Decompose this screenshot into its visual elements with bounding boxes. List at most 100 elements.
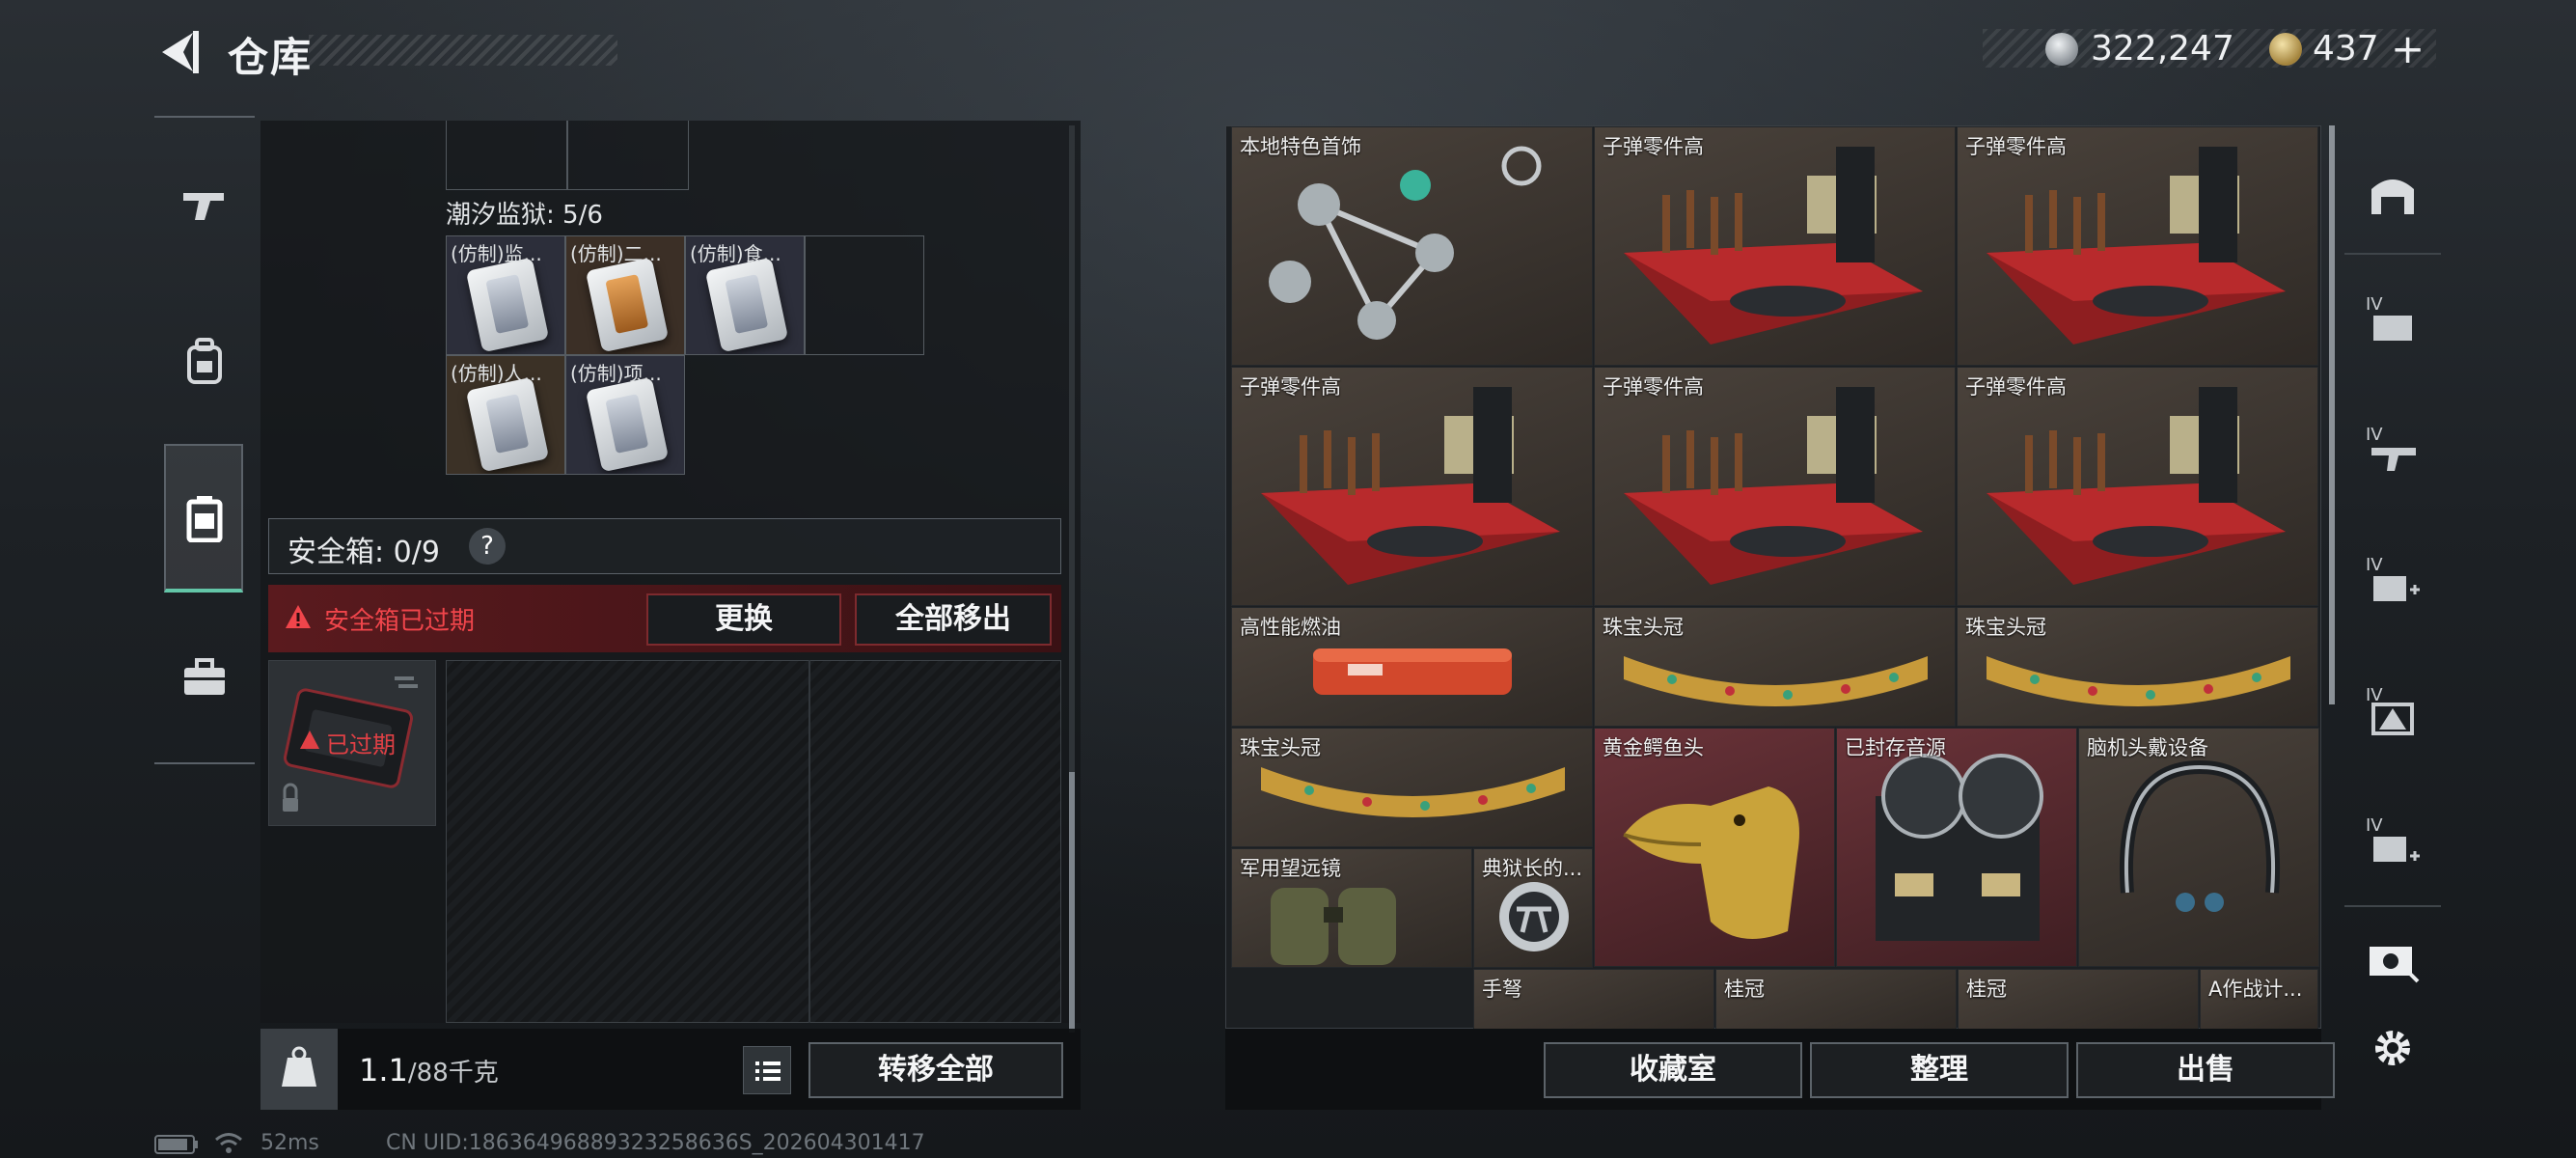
svg-text:IV: IV — [2366, 555, 2383, 575]
stash-item[interactable]: 典狱长的... — [1473, 848, 1593, 968]
svg-text:IV: IV — [2366, 425, 2383, 445]
item-label: 子弹零件高 — [1965, 135, 2067, 158]
safe-box-storage-grid[interactable] — [446, 660, 1061, 1023]
nav-separator — [2344, 905, 2441, 907]
user-uid: CN UID:18636496889323258636S_20260430141… — [386, 1131, 925, 1155]
svg-text:IV: IV — [2366, 815, 2383, 836]
empty-slot[interactable] — [805, 235, 924, 355]
gold-coin-icon — [2269, 33, 2302, 66]
stash-item[interactable]: 军用望远镜 — [1231, 848, 1472, 968]
warning-iv-icon: IV — [2366, 685, 2414, 735]
container-item-slot[interactable]: (仿制)监... — [446, 235, 565, 355]
stash-tab-vault[interactable] — [2348, 150, 2437, 238]
stash-item[interactable]: 脑机头戴设备 — [2078, 728, 2319, 967]
container-item-slot[interactable]: (仿制)项... — [565, 355, 685, 475]
weight-panel — [260, 1029, 338, 1110]
item-label: 典狱长的... — [1482, 857, 1583, 880]
container-item-slot[interactable]: (仿制)食... — [685, 235, 805, 355]
stash-tab-iv-4[interactable]: IV — [2348, 666, 2437, 755]
page-title: 仓库 — [228, 34, 314, 81]
stash-item[interactable]: 本地特色首饰 — [1231, 126, 1593, 366]
sort-button[interactable]: 整理 — [1810, 1042, 2069, 1098]
container-grid-upper — [446, 121, 689, 190]
settings-button[interactable] — [2348, 1004, 2437, 1092]
stash-item[interactable]: 高性能燃油 — [1231, 607, 1593, 727]
grid-divider — [808, 660, 810, 1023]
nav-safebox[interactable] — [164, 478, 245, 559]
stash-item[interactable]: 已封存音源 — [1836, 728, 2077, 967]
back-arrow-icon[interactable] — [154, 27, 203, 77]
stash-item[interactable]: 珠宝头冠 — [1231, 728, 1593, 847]
stash-tab-iv-5[interactable]: IV — [2348, 796, 2437, 885]
stash-item[interactable]: 子弹零件高 — [1231, 367, 1593, 606]
stash-item[interactable]: A作战计... — [2200, 969, 2318, 1030]
nav-weapons[interactable] — [164, 164, 245, 245]
stash-item[interactable]: 子弹零件高 — [1957, 126, 2318, 366]
item-label: 本地特色首饰 — [1240, 135, 1361, 158]
tape-recorder-art — [1876, 754, 2043, 941]
stash-item[interactable]: 子弹零件高 — [1594, 126, 1956, 366]
move-all-out-button[interactable]: 全部移出 — [855, 593, 1052, 646]
container-item-slot[interactable]: (仿制)人... — [446, 355, 565, 475]
battery-icon — [154, 1135, 198, 1154]
prison-item-grid: (仿制)监... (仿制)二... (仿制)食... (仿制)人... (仿制)… — [446, 235, 931, 477]
nav-backpack[interactable] — [164, 320, 245, 401]
stash-item[interactable]: 子弹零件高 — [1594, 367, 1956, 606]
item-label: 珠宝头冠 — [1603, 616, 1684, 639]
item-label: 脑机头戴设备 — [2087, 736, 2208, 759]
backpack-icon — [187, 338, 222, 384]
stash-panel: 本地特色首饰 子弹零件高 子弹零件高 子弹零件高 子弹零件高 子弹零件高 高性能… — [1225, 125, 2321, 1030]
item-label: (仿制)项... — [570, 362, 662, 385]
item-label: 子弹零件高 — [1965, 375, 2067, 399]
weight-readout: 1.1/88千克 — [359, 1052, 499, 1089]
current-weight: 1.1 — [359, 1052, 408, 1089]
gold-coin-amount: 437 — [2313, 29, 2379, 69]
stash-item[interactable]: 珠宝头冠 — [1957, 607, 2318, 727]
help-button[interactable]: ? — [469, 528, 506, 565]
stash-item[interactable]: 桂冠 — [1715, 969, 1957, 1030]
stash-item[interactable]: 手弩 — [1473, 969, 1714, 1030]
medical-iv-icon: IV — [2366, 555, 2420, 601]
settings-icon — [2375, 1031, 2410, 1065]
item-label: 桂冠 — [1724, 978, 1765, 1001]
ammo-parts-art — [1987, 387, 2286, 585]
stash-tab-iv-3[interactable]: IV — [2348, 536, 2437, 624]
item-label: 军用望远镜 — [1240, 857, 1341, 880]
stash-scrollbar[interactable] — [2329, 125, 2335, 704]
expired-warning-icon — [300, 731, 319, 749]
item-label: 子弹零件高 — [1240, 375, 1341, 399]
gun-icon — [183, 193, 224, 220]
ammo-parts-art — [1987, 147, 2286, 345]
collection-room-button[interactable]: 收藏室 — [1544, 1042, 1802, 1098]
item-label: (仿制)监... — [451, 242, 542, 265]
stash-tab-iv-2[interactable]: IV — [2348, 405, 2437, 494]
item-label: 桂冠 — [1966, 978, 2007, 1001]
stash-item[interactable]: 黄金鳄鱼头 — [1594, 728, 1835, 967]
warning-icon — [286, 605, 311, 628]
container-item-slot[interactable]: (仿制)二... — [565, 235, 685, 355]
stash-item[interactable]: 桂冠 — [1958, 969, 2199, 1030]
currency-exchange-button[interactable] — [2348, 917, 2437, 1006]
item-label: (仿制)人... — [451, 362, 542, 385]
prison-container-label: 潮汐监狱: 5/6 — [446, 201, 603, 230]
item-label: 黄金鳄鱼头 — [1603, 736, 1704, 759]
expired-message: 安全箱已过期 — [324, 607, 476, 636]
item-label: 子弹零件高 — [1603, 135, 1704, 158]
transfer-all-button[interactable]: 转移全部 — [808, 1042, 1063, 1098]
replace-button[interactable]: 更换 — [646, 593, 841, 646]
left-scrollbar-thumb[interactable] — [1069, 772, 1075, 1033]
sell-button[interactable]: 出售 — [2076, 1042, 2335, 1098]
nav-briefcase[interactable] — [164, 637, 245, 718]
replica-card-icon — [704, 257, 789, 353]
storage-iv-icon: IV — [2366, 294, 2412, 341]
item-label: (仿制)二... — [570, 242, 662, 265]
item-label: 手弩 — [1482, 978, 1522, 1001]
weapon-iv-icon: IV — [2366, 425, 2416, 471]
stash-item[interactable]: 子弹零件高 — [1957, 367, 2318, 606]
stash-tab-iv-1[interactable]: IV — [2348, 275, 2437, 364]
stash-item[interactable]: 珠宝头冠 — [1594, 607, 1956, 727]
list-view-button[interactable] — [743, 1046, 791, 1094]
add-currency-button[interactable]: + — [2391, 25, 2425, 72]
item-label: 珠宝头冠 — [1965, 616, 2046, 639]
item-label: 子弹零件高 — [1603, 375, 1704, 399]
